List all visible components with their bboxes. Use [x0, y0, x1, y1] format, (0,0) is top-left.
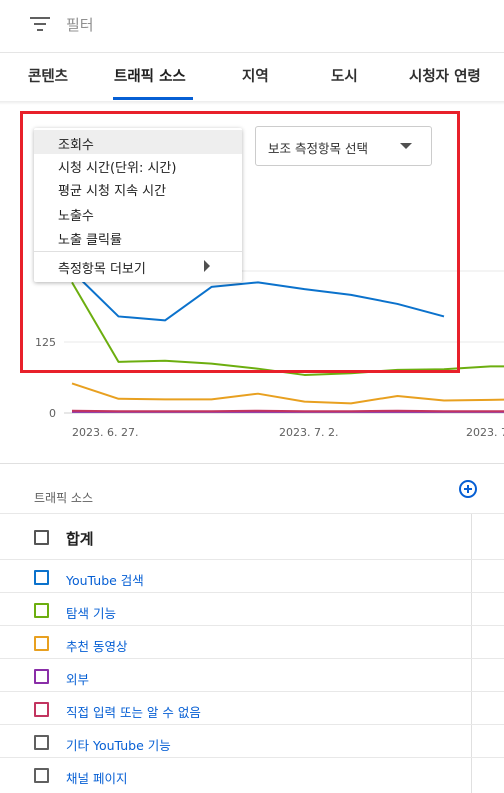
filter-icon[interactable] — [30, 16, 50, 32]
row-checkbox[interactable] — [34, 603, 49, 618]
row-youtube-search: YouTube 검색 — [0, 559, 504, 593]
row-checkbox[interactable] — [34, 702, 49, 717]
row-label-link[interactable]: 외부 — [66, 669, 89, 688]
tab-bar: 콘텐츠 트래픽 소스 지역 도시 시청자 연령 — [0, 53, 504, 101]
highlight-annotation-box — [20, 111, 460, 373]
row-checkbox[interactable] — [34, 669, 49, 684]
row-browse-features: 탐색 기능 — [0, 592, 504, 626]
table-header-traffic-source[interactable]: 트래픽 소스 — [34, 489, 93, 506]
row-checkbox[interactable] — [34, 636, 49, 651]
x-tick-label: 2023. 6. 27. — [72, 426, 138, 439]
row-label-link[interactable]: YouTube 검색 — [66, 570, 144, 589]
series-line-4 — [71, 409, 504, 413]
row-label-link[interactable]: 직접 입력 또는 알 수 없음 — [66, 702, 201, 721]
row-direct-unknown: 직접 입력 또는 알 수 없음 — [0, 691, 504, 725]
row-external: 외부 — [0, 658, 504, 692]
section-divider — [0, 463, 504, 464]
total-checkbox[interactable] — [34, 530, 49, 545]
tab-city[interactable]: 도시 — [331, 65, 358, 86]
y-tick-label: 0 — [49, 407, 56, 420]
tab-viewer-age[interactable]: 시청자 연령 — [409, 65, 481, 86]
tab-geography[interactable]: 지역 — [242, 65, 269, 86]
row-channel-pages: 채널 페이지 — [0, 757, 504, 791]
row-checkbox[interactable] — [34, 735, 49, 750]
row-other-youtube-features: 기타 YouTube 기능 — [0, 724, 504, 758]
x-tick-label: 2023. 7 — [466, 426, 504, 439]
filter-label[interactable]: 필터 — [66, 14, 94, 35]
row-checkbox[interactable] — [34, 768, 49, 783]
filter-bar: 필터 — [0, 0, 504, 53]
row-label-link[interactable]: 기타 YouTube 기능 — [66, 735, 171, 754]
row-label-link[interactable]: 추천 동영상 — [66, 636, 127, 655]
total-row: 합계 — [0, 513, 504, 559]
total-label: 합계 — [66, 530, 94, 548]
active-tab-indicator — [113, 97, 193, 100]
tab-content[interactable]: 콘텐츠 — [28, 65, 68, 86]
series-line-2 — [71, 382, 504, 405]
row-label-link[interactable]: 탐색 기능 — [66, 603, 116, 622]
add-column-icon[interactable] — [459, 480, 477, 498]
tab-traffic-source[interactable]: 트래픽 소스 — [114, 65, 186, 86]
row-checkbox[interactable] — [34, 570, 49, 585]
row-label-link[interactable]: 채널 페이지 — [66, 768, 127, 787]
x-tick-label: 2023. 7. 2. — [279, 426, 338, 439]
row-suggested-videos: 추천 동영상 — [0, 625, 504, 659]
